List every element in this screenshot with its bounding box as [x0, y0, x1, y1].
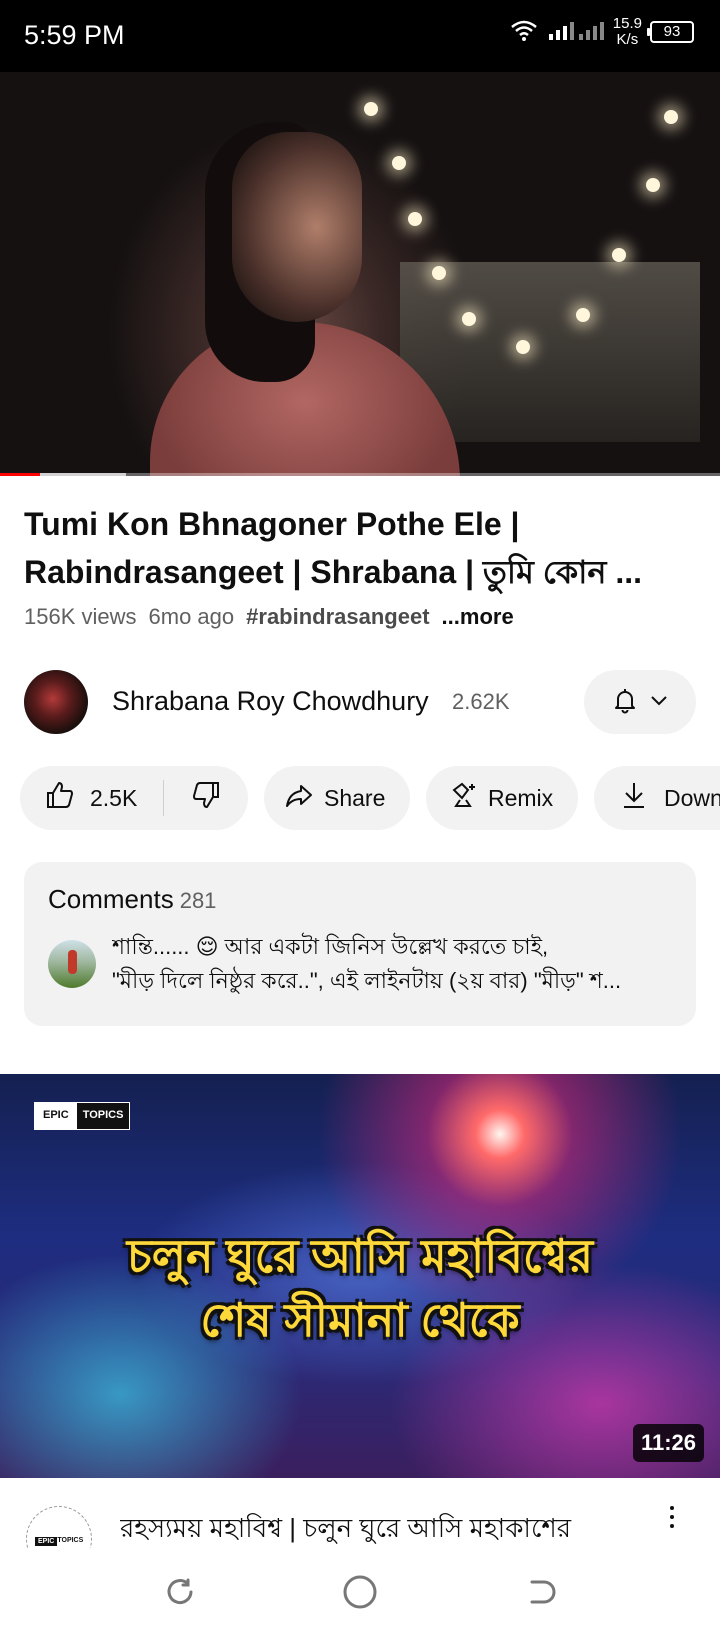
top-comment: শান্তি...... 😌 আর একটা জিনিস উল্লেখ করতে…	[112, 930, 672, 998]
share-label: Share	[324, 784, 386, 811]
speed-value: 15.9	[612, 15, 642, 32]
fairy-light	[612, 248, 626, 262]
played-bar	[0, 473, 40, 476]
channel-row: Shrabana Roy Chowdhury 2.62K	[24, 670, 696, 734]
mini-logo-left: EPIC	[35, 1537, 58, 1546]
channel-name[interactable]: Shrabana Roy Chowdhury	[112, 686, 429, 717]
signal-icon	[547, 18, 605, 47]
remix-icon	[448, 780, 478, 816]
bell-icon	[610, 685, 640, 720]
comment-line: শান্তি...... 😌 আর একটা জিনিস উল্লেখ করতে…	[112, 934, 549, 959]
fairy-light	[392, 156, 406, 170]
status-icons: 15.9 K/s 93	[509, 16, 694, 48]
upload-age: 6mo ago	[148, 604, 235, 629]
network-speed: 15.9 K/s	[613, 16, 642, 48]
channel-avatar[interactable]	[24, 670, 88, 734]
player-scene-head	[232, 132, 362, 322]
comments-header: Comments 281	[48, 884, 216, 915]
home-button[interactable]	[340, 1574, 380, 1614]
remix-button[interactable]: Remix	[426, 766, 578, 830]
comments-count: 281	[179, 888, 217, 913]
badge-left: EPIC	[35, 1103, 77, 1129]
fairy-light	[516, 340, 530, 354]
subscriber-count: 2.62K	[452, 689, 510, 714]
next-video-info[interactable]: EPIC TOPICS রহস্যময় মহাবিশ্ব | চলুন ঘুরে…	[0, 1478, 720, 1572]
like-dislike-group: 2.5K	[20, 766, 248, 830]
download-button[interactable]: Down	[594, 766, 720, 830]
fairy-light	[462, 312, 476, 326]
badge-right: TOPICS	[76, 1103, 130, 1129]
thumbs-up-icon	[44, 779, 76, 817]
fairy-light	[664, 110, 678, 124]
thumbs-down-icon	[190, 779, 222, 817]
recent-apps-button[interactable]	[160, 1574, 200, 1614]
download-label: Down	[664, 784, 720, 811]
speed-unit: K/s	[616, 31, 639, 48]
comments-title: Comments	[48, 884, 174, 914]
duration-badge: 11:26	[632, 1424, 704, 1462]
thumbnail-caption-line: চলুন ঘুরে আসি মহাবিশ্বের	[126, 1230, 594, 1282]
next-video-title[interactable]: রহস্যময় মহাবিশ্ব | চলুন ঘুরে আসি মহাকাশ…	[120, 1508, 640, 1552]
home-circle-icon	[342, 1574, 378, 1615]
back-button[interactable]	[520, 1574, 560, 1614]
back-icon	[523, 1575, 557, 1614]
hashtag-link[interactable]: #rabindrasangeet	[246, 604, 429, 630]
system-nav-bar	[0, 1548, 720, 1640]
fairy-light	[646, 178, 660, 192]
dislike-button[interactable]	[164, 779, 248, 817]
more-options-icon[interactable]	[662, 1506, 682, 1536]
fairy-light	[432, 266, 446, 280]
status-time: 5:59 PM	[24, 20, 125, 50]
mini-logo: EPIC TOPICS	[35, 1537, 83, 1546]
commenter-avatar	[48, 940, 96, 988]
view-count: 156K views	[24, 604, 137, 629]
status-bar: 5:59 PM 15.9 K/s 93	[0, 0, 720, 72]
thumbnail-caption: চলুন ঘুরে আসি মহাবিশ্বের শেষ সীমানা থেকে	[0, 1224, 720, 1352]
wifi-icon	[509, 18, 539, 47]
thumbnail-caption-line: শেষ সীমানা থেকে	[200, 1294, 520, 1346]
video-meta[interactable]: 156K views 6mo ago #rabindrasangeet ...m…	[24, 604, 514, 630]
share-icon	[284, 780, 314, 816]
video-player[interactable]	[0, 72, 720, 476]
remix-label: Remix	[488, 784, 554, 811]
next-video-thumbnail[interactable]: EPIC TOPICS চলুন ঘুরে আসি মহাবিশ্বের শেষ…	[0, 1074, 720, 1478]
more-link[interactable]: ...more	[442, 604, 514, 630]
channel-logo-badge: EPIC TOPICS	[34, 1102, 131, 1130]
chevron-down-icon	[648, 689, 670, 716]
fairy-light	[576, 308, 590, 322]
notification-button[interactable]	[584, 670, 696, 734]
like-count: 2.5K	[90, 784, 138, 811]
recent-apps-icon	[163, 1575, 197, 1614]
comment-line: "মীড় দিলে নিষ্ঠুর করে..", এই লাইনটায় (…	[112, 968, 622, 993]
battery-icon: 93	[647, 21, 694, 43]
like-button[interactable]: 2.5K	[20, 780, 164, 816]
video-title[interactable]: Tumi Kon Bhnagoner Pothe Ele | Rabindras…	[24, 500, 696, 596]
action-bar: 2.5K Share Remix Down	[20, 766, 720, 830]
comments-panel[interactable]: Comments 281 শান্তি...... 😌 আর একটা জিনিস…	[24, 862, 696, 1026]
share-button[interactable]: Share	[264, 766, 410, 830]
fairy-light	[408, 212, 422, 226]
download-icon	[620, 780, 648, 816]
mini-logo-right: TOPICS	[57, 1537, 84, 1544]
progress-bar[interactable]	[0, 473, 720, 476]
fairy-light	[364, 102, 378, 116]
